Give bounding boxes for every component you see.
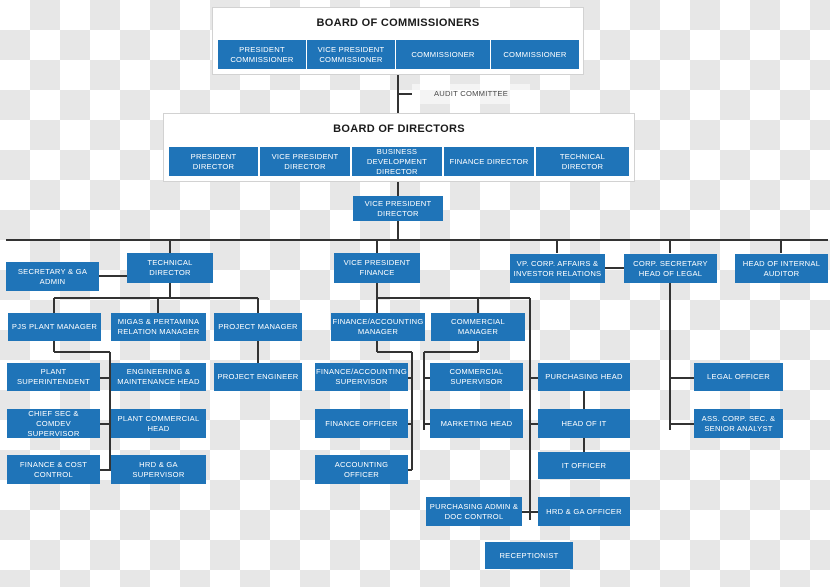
node-plant-superintendent[interactable]: PLANT SUPERINTENDENT	[7, 363, 100, 391]
node-engineering-maintenance-head[interactable]: ENGINEERING & MAINTENANCE HEAD	[111, 363, 206, 391]
node-purchasing-admin-doc-control[interactable]: PURCHASING ADMIN & DOC CONTROL	[426, 497, 522, 526]
node-head-of-it[interactable]: HEAD OF IT	[538, 409, 630, 438]
node-hrd-ga-officer[interactable]: HRD & GA OFFICER	[538, 497, 630, 526]
node-marketing-head[interactable]: MARKETING HEAD	[430, 409, 523, 438]
node-corp-secretary-head-of-legal[interactable]: CORP. SECRETARY HEAD OF LEGAL	[624, 254, 717, 283]
node-finance-accounting-manager[interactable]: FINANCE/ACCOUNTING MANAGER	[331, 313, 425, 341]
node-legal-officer[interactable]: LEGAL OFFICER	[694, 363, 783, 391]
node-chief-sec-comdev-supervisor[interactable]: CHIEF SEC & COMDEV SUPERVISOR	[7, 409, 100, 438]
node-finance-cost-control[interactable]: FINANCE & COST CONTROL	[7, 455, 100, 484]
node-receptionist[interactable]: RECEPTIONIST	[485, 542, 573, 569]
node-finance-accounting-supervisor[interactable]: FINANCE/ACCOUNTING SUPERVISOR	[315, 363, 408, 391]
node-president-director[interactable]: PRESIDENT DIRECTOR	[169, 147, 258, 176]
board-of-commissioners-title: BOARD OF COMMISSIONERS	[316, 17, 480, 29]
node-business-development-director[interactable]: BUSINESS DEVELOPMENT DIRECTOR	[352, 147, 442, 176]
node-vice-president-commissioner[interactable]: VICE PRESIDENT COMMISSIONER	[307, 40, 395, 69]
node-secretary-ga-admin[interactable]: SECRETARY & GA ADMIN	[6, 262, 99, 291]
node-purchasing-head[interactable]: PURCHASING HEAD	[538, 363, 630, 391]
node-hrd-ga-supervisor[interactable]: HRD & GA SUPERVISOR	[111, 455, 206, 484]
node-ass-corp-sec-senior-analyst[interactable]: ASS. CORP. SEC. & SENIOR ANALYST	[694, 409, 783, 438]
node-it-officer[interactable]: IT OFFICER	[538, 452, 630, 479]
node-vice-president-finance[interactable]: VICE PRESIDENT FINANCE	[334, 253, 420, 283]
node-audit-committee[interactable]: AUDIT COMMITTEE	[412, 84, 530, 104]
node-plant-commercial-head[interactable]: PLANT COMMERCIAL HEAD	[111, 409, 206, 438]
node-finance-director[interactable]: FINANCE DIRECTOR	[444, 147, 534, 176]
node-commercial-supervisor[interactable]: COMMERCIAL SUPERVISOR	[430, 363, 523, 391]
node-vice-president-director[interactable]: VICE PRESIDENT DIRECTOR	[353, 196, 443, 221]
node-commissioner-2[interactable]: COMMISSIONER	[491, 40, 579, 69]
node-project-manager[interactable]: PROJECT MANAGER	[214, 313, 302, 341]
node-vp-corp-affairs-investor-relations[interactable]: VP. CORP. AFFAIRS & INVESTOR RELATIONS	[510, 254, 605, 283]
node-migas-pertamina-relation-manager[interactable]: MIGAS & PERTAMINA RELATION MANAGER	[111, 313, 206, 341]
org-chart-canvas: BOARD OF COMMISSIONERS PRESIDENT COMMISS…	[0, 0, 830, 587]
node-commercial-manager[interactable]: COMMERCIAL MANAGER	[431, 313, 525, 341]
node-technical-director-bod[interactable]: TECHNICAL DIRECTOR	[536, 147, 629, 176]
board-of-directors-title: BOARD OF DIRECTORS	[333, 123, 465, 135]
node-pjs-plant-manager[interactable]: PJS PLANT MANAGER	[8, 313, 101, 341]
node-accounting-officer[interactable]: ACCOUNTING OFFICER	[315, 455, 408, 484]
node-commissioner-1[interactable]: COMMISSIONER	[396, 40, 490, 69]
node-vice-president-director-bod[interactable]: VICE PRESIDENT DIRECTOR	[260, 147, 350, 176]
node-finance-officer[interactable]: FINANCE OFFICER	[315, 409, 408, 438]
node-technical-director[interactable]: TECHNICAL DIRECTOR	[127, 253, 213, 283]
node-project-engineer[interactable]: PROJECT ENGINEER	[214, 363, 302, 391]
node-head-of-internal-auditor[interactable]: HEAD OF INTERNAL AUDITOR	[735, 254, 828, 283]
node-president-commissioner[interactable]: PRESIDENT COMMISSIONER	[218, 40, 306, 69]
